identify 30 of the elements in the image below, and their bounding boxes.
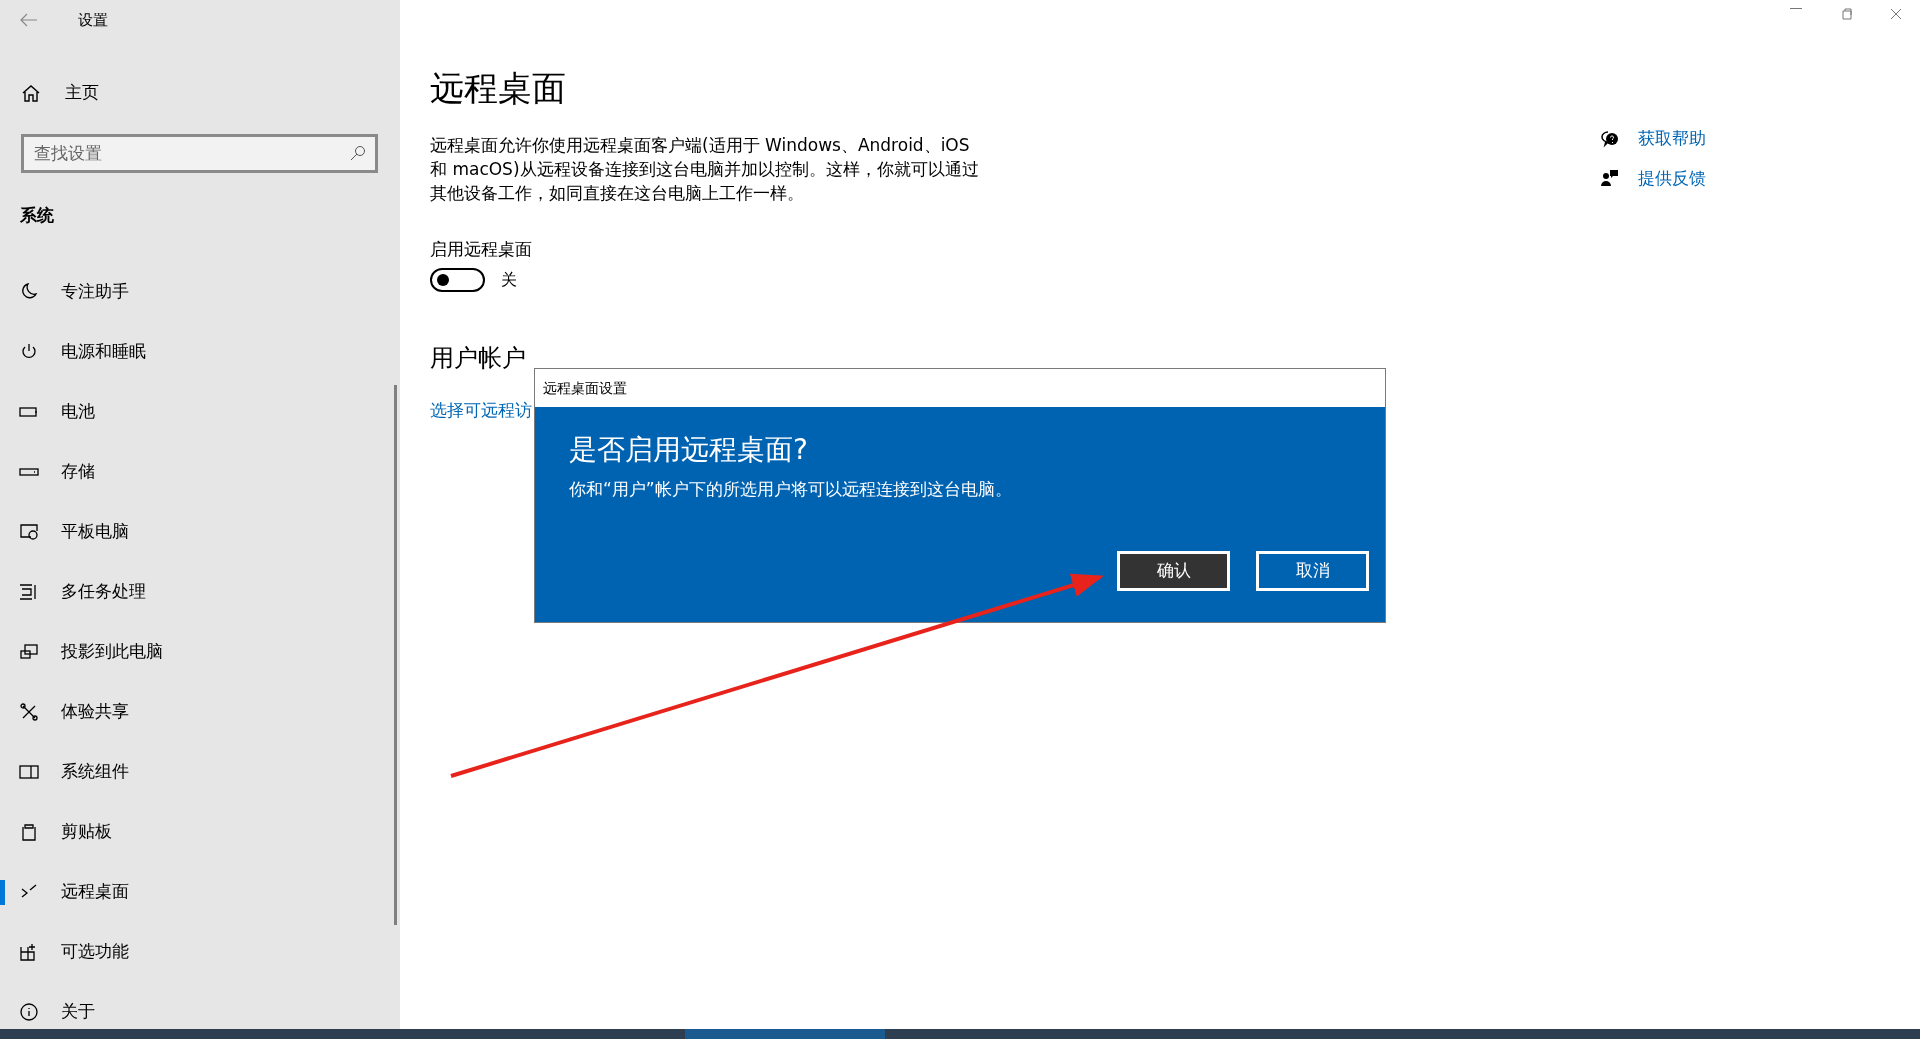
sidebar-item[interactable]: 投影到此电脑 bbox=[0, 622, 400, 682]
sidebar-item[interactable]: 关于 bbox=[0, 982, 400, 1039]
sidebar-item[interactable]: 存储 bbox=[0, 442, 400, 502]
dialog-message: 你和“用户”帐户下的所选用户将可以远程连接到这台电脑。 bbox=[569, 478, 1013, 501]
sidebar-item[interactable]: 多任务处理 bbox=[0, 562, 400, 622]
dialog-title: 远程桌面设置 bbox=[535, 369, 1385, 407]
user-select-link[interactable]: 选择可远程访 bbox=[430, 400, 532, 421]
section-heading: 系统 bbox=[19, 203, 55, 227]
section-title: 用户帐户 bbox=[430, 343, 527, 375]
help-link[interactable]: 提供反馈 bbox=[1600, 165, 1706, 191]
help-link[interactable]: 获取帮助 bbox=[1600, 126, 1706, 152]
sidebar-item[interactable]: 体验共享 bbox=[0, 682, 400, 742]
toggle-state-text: 关 bbox=[501, 269, 517, 292]
sidebar-item[interactable]: 电池 bbox=[0, 382, 400, 442]
page-title: 远程桌面 bbox=[430, 68, 567, 109]
toggle-label: 启用远程桌面 bbox=[430, 237, 533, 261]
sidebar-item[interactable]: 电源和睡眠 bbox=[0, 322, 400, 382]
sidebar-item[interactable]: 专注助手 bbox=[0, 262, 400, 322]
dialog-button[interactable]: 确认 bbox=[1117, 551, 1230, 591]
dialog-button[interactable]: 取消 bbox=[1256, 551, 1369, 591]
sidebar-item[interactable]: 平板电脑 bbox=[0, 502, 400, 562]
description-text: 远程桌面允许你使用远程桌面客户端(适用于 Windows、Android、iOS 和 macOS)从远程设备连接到这台电脑并加以控制。这样，你就可以通过其他设备工作，如同直接在这台电脑上工作一样。 bbox=[430, 133, 980, 205]
search-field[interactable]: 查找设置 bbox=[21, 133, 378, 173]
window-title: 设置 bbox=[78, 9, 108, 31]
dialog-heading: 是否启用远程桌面? bbox=[569, 432, 809, 468]
home-link[interactable]: 主页 bbox=[65, 80, 99, 106]
sidebar-item[interactable]: 远程桌面 bbox=[0, 862, 400, 922]
sidebar-item[interactable]: 可选功能 bbox=[0, 922, 400, 982]
sidebar-item[interactable]: 剪贴板 bbox=[0, 802, 400, 862]
sidebar-item[interactable]: 系统组件 bbox=[0, 742, 400, 802]
